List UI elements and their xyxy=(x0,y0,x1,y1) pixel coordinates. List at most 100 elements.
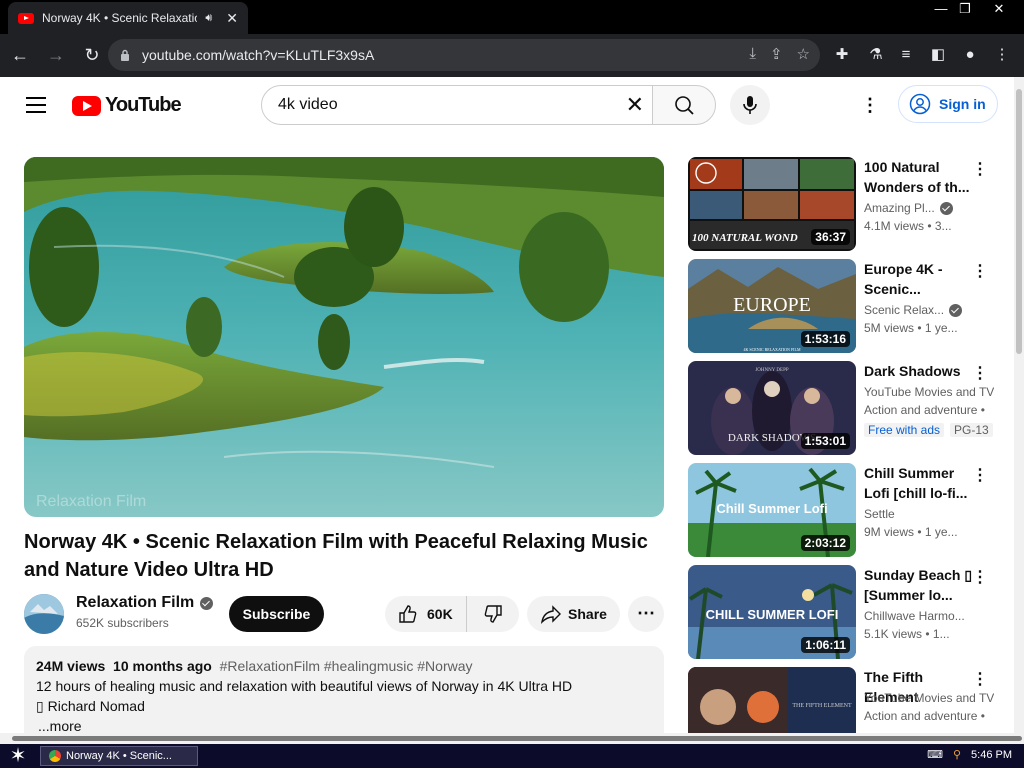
recommendation-item[interactable]: Chill Summer Lofi 2:03:12 Chill Summer L… xyxy=(688,463,1008,557)
share-button[interactable]: Share xyxy=(527,596,620,632)
restore-icon[interactable]: ❐ xyxy=(950,0,980,18)
verified-check-icon xyxy=(200,596,214,610)
recommendation-menu-icon[interactable]: ⋮ xyxy=(972,465,988,485)
browser-menu-icon[interactable]: ⋮ xyxy=(990,42,1014,68)
profile-icon[interactable]: ● xyxy=(958,42,982,68)
labs-flask-icon[interactable]: ⚗ xyxy=(864,42,888,68)
hamburger-menu-icon[interactable] xyxy=(26,97,46,113)
youtube-play-icon xyxy=(72,95,101,116)
sign-in-button[interactable]: Sign in xyxy=(898,85,998,123)
taskbar-window-button[interactable]: Norway 4K • Scenic... xyxy=(40,746,198,766)
channel-row: Relaxation Film 652K subscribers Subscri… xyxy=(24,592,664,634)
keyboard-icon[interactable]: ⌨ xyxy=(927,748,943,761)
recommendation-title[interactable]: Europe 4K - Scenic... xyxy=(864,259,976,299)
verified-check-icon xyxy=(939,201,953,215)
horizontal-scrollbar[interactable] xyxy=(0,733,1024,744)
media-queue-icon[interactable]: ≡ xyxy=(894,42,918,68)
dislike-button[interactable] xyxy=(467,596,519,632)
recommendation-title[interactable]: Sunday Beach ▯ [Summer lo... xyxy=(864,565,976,605)
channel-name[interactable]: Relaxation Film xyxy=(76,594,214,612)
subscribe-button[interactable]: Subscribe xyxy=(229,596,324,632)
recommendation-channel[interactable]: YouTube Movies and TV xyxy=(864,385,994,399)
recommendation-thumbnail[interactable]: 100 NATURAL WOND 36:37 xyxy=(688,157,856,251)
youtube-logo[interactable]: YouTube xyxy=(72,94,182,117)
sign-in-label: Sign in xyxy=(939,96,986,112)
voice-search-button[interactable] xyxy=(730,85,770,125)
recommendation-menu-icon[interactable]: ⋮ xyxy=(972,567,988,587)
youtube-header: YouTube 4k video ✕ ⋮ Sign in xyxy=(0,77,1014,133)
thumbnail-caption: Chill Summer Lofi xyxy=(716,501,827,516)
browser-tab[interactable]: Norway 4K • Scenic Relaxation 🔊︎ ✕ xyxy=(8,2,248,34)
recommendation-title[interactable]: Chill Summer Lofi [chill lo-fi... xyxy=(864,463,976,503)
recommendation-menu-icon[interactable]: ⋮ xyxy=(972,159,988,179)
description-box[interactable]: 24M views 10 months ago #RelaxationFilm … xyxy=(24,646,664,746)
recommendation-item[interactable]: 100 NATURAL WOND 36:37 100 Natural Wonde… xyxy=(688,157,1008,251)
recommendation-thumbnail[interactable]: THE FIFTH ELEMENT xyxy=(688,667,856,733)
more-actions-button[interactable]: ⋯ xyxy=(628,596,664,632)
side-panel-icon[interactable]: ◧ xyxy=(926,42,950,68)
description-line-2: ▯ Richard Nomad xyxy=(36,698,145,714)
chrome-icon xyxy=(49,750,61,762)
tab-title: Norway 4K • Scenic Relaxation xyxy=(42,11,198,25)
address-bar[interactable]: youtube.com/watch?v=KLuTLF3x9sA ⤓ ⇪ ☆ xyxy=(108,39,820,71)
description-meta: 24M views 10 months ago #RelaxationFilm … xyxy=(36,656,652,676)
like-dislike-group: 60K xyxy=(385,596,519,632)
extensions-icon[interactable]: ✚ xyxy=(830,42,854,68)
vertical-scrollbar[interactable] xyxy=(1014,77,1024,739)
recommendation-thumbnail[interactable]: EUROPE 4K SCENIC RELAXATION FILM 1:53:16 xyxy=(688,259,856,353)
recommendation-menu-icon[interactable]: ⋮ xyxy=(972,261,988,281)
vertical-scroll-thumb[interactable] xyxy=(1016,89,1022,354)
recommendation-thumbnail[interactable]: Chill Summer Lofi 2:03:12 xyxy=(688,463,856,557)
recommendation-channel[interactable]: Scenic Relax... xyxy=(864,303,994,317)
install-app-icon[interactable]: ⤓ xyxy=(749,45,756,63)
start-menu-icon[interactable]: ✶ xyxy=(8,745,28,767)
recommendation-title[interactable]: 100 Natural Wonders of th... xyxy=(864,157,976,197)
window-close-icon[interactable]: ✕ xyxy=(984,0,1014,18)
tab-close-icon[interactable]: ✕ xyxy=(226,10,238,27)
settings-kebab-icon[interactable]: ⋮ xyxy=(860,95,880,115)
thumbnail-image: THE FIFTH ELEMENT xyxy=(688,667,856,733)
recommendation-menu-icon[interactable]: ⋮ xyxy=(972,669,988,689)
recommendation-channel[interactable]: YouTube Movies and TV xyxy=(864,691,994,705)
thumbnail-toptext: JOHNNY DEPP xyxy=(755,368,789,373)
recommendation-channel[interactable]: Amazing Pl... xyxy=(864,201,994,215)
recommendation-thumbnail[interactable]: JOHNNY DEPP DARK SHADOWS 1:53:01 xyxy=(688,361,856,455)
recommendation-stats: 4.1M views • 3... xyxy=(864,219,952,233)
recommendation-menu-icon[interactable]: ⋮ xyxy=(972,363,988,383)
share-page-icon[interactable]: ⇪ xyxy=(770,45,783,63)
network-icon[interactable]: ⚲ xyxy=(953,748,961,761)
video-player[interactable]: Relaxation Film xyxy=(24,157,664,517)
search-button[interactable] xyxy=(652,85,716,125)
back-icon[interactable]: ← xyxy=(4,40,36,72)
like-button[interactable]: 60K xyxy=(385,596,467,632)
clear-search-icon[interactable]: ✕ xyxy=(626,92,644,118)
recommendation-item[interactable]: CHILL SUMMER LOFI 1:06:11 Sunday Beach ▯… xyxy=(688,565,1008,659)
horizontal-scroll-thumb[interactable] xyxy=(12,736,1022,741)
channel-text: YouTube Movies and TV xyxy=(864,385,994,399)
recommendation-stats: 5M views • 1 ye... xyxy=(864,321,958,335)
avatar-image xyxy=(24,594,64,634)
thumbnail-caption: 100 NATURAL WOND xyxy=(692,232,798,244)
forward-icon[interactable]: → xyxy=(40,40,72,72)
thumbnail-caption: THE FIFTH ELEMENT xyxy=(792,703,852,709)
recommendation-item[interactable]: JOHNNY DEPP DARK SHADOWS 1:53:01 Dark Sh… xyxy=(688,361,1008,455)
search-input[interactable]: 4k video ✕ xyxy=(261,85,653,125)
bookmark-star-icon[interactable]: ☆ xyxy=(797,45,810,63)
recommendation-item[interactable]: EUROPE 4K SCENIC RELAXATION FILM 1:53:16… xyxy=(688,259,1008,353)
recommendation-title[interactable]: Dark Shadows xyxy=(864,361,976,381)
hashtags[interactable]: #RelaxationFilm #healingmusic #Norway xyxy=(220,658,473,674)
like-count: 60K xyxy=(427,606,453,622)
audio-playing-icon[interactable]: 🔊︎ xyxy=(205,12,212,25)
recommendation-channel[interactable]: Chillwave Harmo... xyxy=(864,609,994,623)
recommendation-item[interactable]: THE FIFTH ELEMENT The Fifth Element ⋮ Yo… xyxy=(688,667,1008,733)
video-duration: 36:37 xyxy=(811,229,850,245)
recommendation-channel[interactable]: Settle xyxy=(864,507,994,521)
channel-avatar[interactable] xyxy=(24,594,64,634)
recommendation-thumbnail[interactable]: CHILL SUMMER LOFI 1:06:11 xyxy=(688,565,856,659)
share-label: Share xyxy=(568,606,607,622)
clock[interactable]: 5:46 PM xyxy=(971,749,1012,761)
youtube-favicon-icon xyxy=(18,12,34,24)
free-with-ads-badge: Free with ads xyxy=(864,423,945,437)
reload-icon[interactable]: ↻ xyxy=(76,40,108,72)
recommendation-badges: Free with ads PG-13 xyxy=(864,423,994,437)
